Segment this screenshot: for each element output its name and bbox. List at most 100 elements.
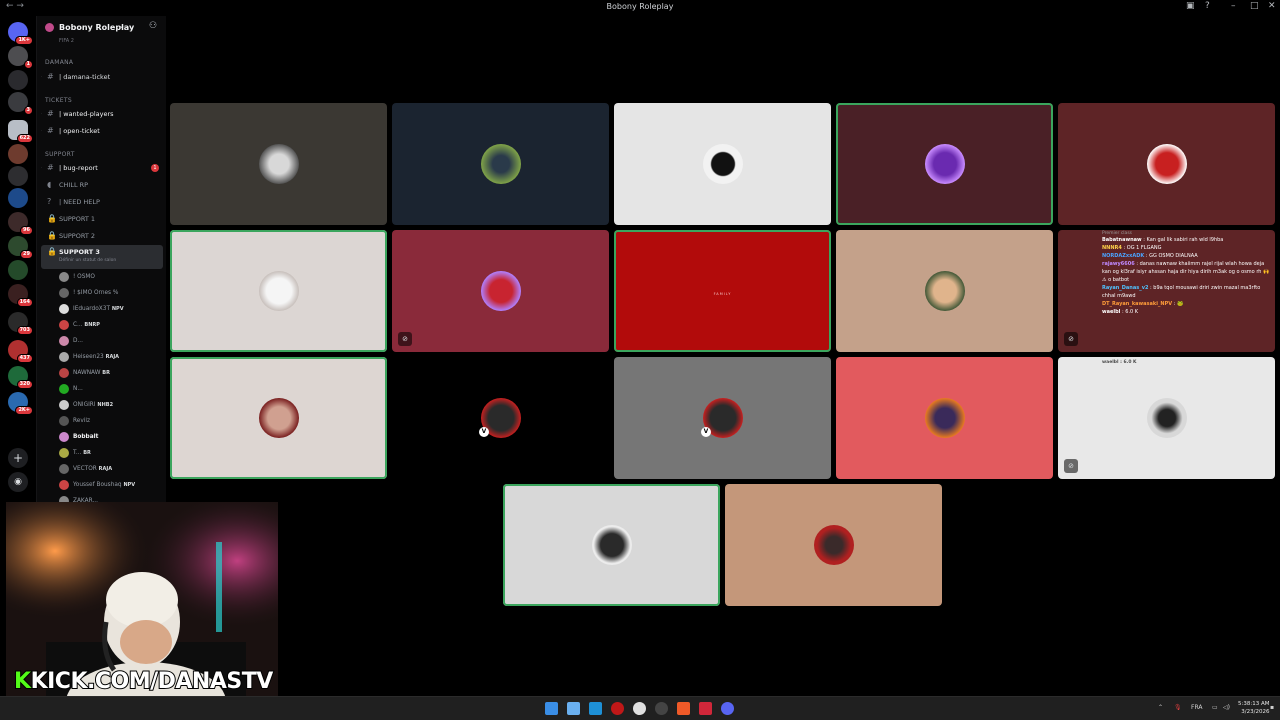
server-icon[interactable]: 29 bbox=[8, 236, 33, 259]
server-icon[interactable] bbox=[8, 144, 28, 164]
chat-overlay: Premier class Babatnawnaw : Kan gal lik … bbox=[1058, 230, 1275, 352]
voice-member[interactable]: Youssef Boushaq NPV bbox=[59, 478, 163, 493]
dm-home-icon[interactable]: 1K+ bbox=[8, 22, 33, 45]
add-server-icon[interactable]: + bbox=[8, 448, 28, 468]
participant-tile[interactable]: FAMILY bbox=[614, 230, 831, 352]
participant-tile[interactable] bbox=[170, 230, 387, 352]
minimize-icon[interactable]: – bbox=[1231, 1, 1236, 11]
participant-tile[interactable] bbox=[836, 103, 1053, 225]
avatar bbox=[59, 416, 69, 426]
maximize-icon[interactable]: □ bbox=[1250, 1, 1259, 11]
voice-channel-chill-rp[interactable]: ◖ CHILL RP bbox=[41, 178, 163, 192]
channel-wanted-players[interactable]: ▸#| wanted-players bbox=[41, 107, 163, 121]
explore-icon[interactable]: ◉ bbox=[8, 472, 28, 492]
chat-message: Rayan_Danas_v2 : b9a tqol mousawi driri … bbox=[1102, 284, 1271, 300]
participant-tile[interactable]: ⊘ bbox=[392, 230, 609, 352]
member-name: Revilz bbox=[73, 418, 91, 424]
participant-tile[interactable] bbox=[836, 357, 1053, 479]
server-icon[interactable]: 1 bbox=[8, 46, 33, 69]
server-icon[interactable]: 437 bbox=[8, 340, 33, 363]
language-indicator[interactable]: FRA bbox=[1191, 704, 1202, 711]
notification-icon[interactable]: ▪ bbox=[1270, 704, 1274, 711]
channel-status[interactable]: Définir un statut de salon bbox=[59, 257, 116, 265]
avatar bbox=[924, 271, 965, 311]
tray-chevron-icon[interactable]: ⌃ bbox=[1158, 704, 1163, 711]
server-icon[interactable]: 703 bbox=[8, 312, 33, 335]
voice-member[interactable]: C... BNRP bbox=[59, 318, 163, 333]
chat-lines: Babatnawnaw : Kan gal lik sabiri rah wld… bbox=[1102, 236, 1271, 316]
participant-tile[interactable] bbox=[725, 484, 942, 606]
file-explorer-icon[interactable] bbox=[567, 702, 580, 715]
server-icon[interactable]: 3 bbox=[8, 92, 33, 115]
screen: ← → Bobony Roleplay ▣ ? – □ ✕ 1K+ 1 3 62… bbox=[0, 0, 1280, 720]
server-icon[interactable] bbox=[8, 188, 28, 208]
invite-people-icon[interactable]: ⚇ bbox=[149, 21, 157, 31]
participant-tile[interactable] bbox=[170, 357, 387, 479]
voice-member[interactable]: IEduardoX3T NPV bbox=[59, 302, 163, 317]
server-icon[interactable]: 2K+ bbox=[8, 392, 33, 415]
category-support[interactable]: SUPPORT bbox=[41, 148, 163, 162]
participant-tile[interactable] bbox=[392, 103, 609, 225]
voice-channel-support-2[interactable]: 🔒 SUPPORT 2 bbox=[41, 229, 163, 243]
avatar bbox=[59, 384, 69, 394]
channel-open-ticket[interactable]: ▸#| open-ticket bbox=[41, 124, 163, 138]
voice-member[interactable]: D... bbox=[59, 334, 163, 349]
participant-tile[interactable]: waelbl : 6.0 K ⊘ bbox=[1058, 357, 1275, 479]
voice-member[interactable]: Bobbalt bbox=[59, 430, 163, 445]
participant-tile[interactable]: V bbox=[614, 357, 831, 479]
voice-member[interactable]: VECTOR RAJA bbox=[59, 462, 163, 477]
server-icon[interactable] bbox=[8, 260, 28, 280]
channel-bug-report[interactable]: ▸#| bug-report1 bbox=[41, 161, 163, 175]
server-icon[interactable] bbox=[8, 70, 28, 90]
avatar bbox=[480, 271, 521, 311]
discord-icon[interactable] bbox=[721, 702, 734, 715]
clock[interactable]: 5:38:13 AM 3/23/2026 bbox=[1238, 700, 1269, 716]
brave-icon[interactable] bbox=[677, 702, 690, 715]
participant-tile[interactable] bbox=[836, 230, 1053, 352]
member-name: Heiseen23 RAJA bbox=[73, 354, 120, 360]
participant-tile[interactable]: Premier class Babatnawnaw : Kan gal lik … bbox=[1058, 230, 1275, 352]
close-icon[interactable]: ✕ bbox=[1268, 1, 1276, 11]
category-damana[interactable]: DAMANA bbox=[41, 56, 163, 70]
server-icon[interactable] bbox=[8, 166, 28, 186]
voice-member[interactable]: Revilz bbox=[59, 414, 163, 429]
category-tickets[interactable]: TICKETS bbox=[41, 94, 163, 108]
voice-channel-support-3[interactable]: 🔒 SUPPORT 3 Définir un statut de salon bbox=[41, 245, 163, 269]
voice-member[interactable]: NAWNAW BR bbox=[59, 366, 163, 381]
chat-username: NNNR4 bbox=[1102, 245, 1122, 251]
server-icon[interactable]: 320 bbox=[8, 366, 33, 389]
voice-member[interactable]: ONIGIRI NHB2 bbox=[59, 398, 163, 413]
member-tag: NHB2 bbox=[97, 402, 114, 408]
participant-tile[interactable] bbox=[1058, 103, 1275, 225]
steam-icon[interactable] bbox=[655, 702, 668, 715]
server-icon[interactable]: 164 bbox=[8, 284, 33, 307]
channel-damana-ticket[interactable]: ▸#| damana-ticket bbox=[41, 70, 163, 84]
channel-need-help[interactable]: ? | NEED HELP bbox=[41, 195, 163, 209]
avatar bbox=[59, 288, 69, 298]
voice-member[interactable]: T... BR bbox=[59, 446, 163, 461]
voice-member[interactable]: ! OSMO bbox=[59, 270, 163, 285]
chat-message: Babatnawnaw : Kan gal lik sabiri rah wld… bbox=[1102, 236, 1271, 244]
voice-member[interactable]: N... bbox=[59, 382, 163, 397]
start-icon[interactable] bbox=[545, 702, 558, 715]
server-icon-active[interactable]: 622 bbox=[8, 120, 33, 143]
obs-icon[interactable] bbox=[633, 702, 646, 715]
voice-member[interactable]: Heiseen23 RAJA bbox=[59, 350, 163, 365]
store-icon[interactable] bbox=[589, 702, 602, 715]
participant-tile[interactable] bbox=[170, 103, 387, 225]
mic-icon[interactable]: 🎙 bbox=[1174, 704, 1182, 711]
participant-tile[interactable] bbox=[614, 103, 831, 225]
voice-member[interactable]: ! $IMO Ornes % bbox=[59, 286, 163, 301]
hash-icon: # bbox=[47, 126, 54, 135]
voice-channel-support-1[interactable]: 🔒 SUPPORT 1 bbox=[41, 212, 163, 226]
channel-partial[interactable]: FIFA 2 bbox=[41, 34, 163, 48]
help-icon[interactable]: ? bbox=[1205, 1, 1210, 11]
inbox-icon[interactable]: ▣ bbox=[1186, 1, 1195, 11]
server-icon[interactable]: 96 bbox=[8, 212, 33, 235]
adobe-icon[interactable] bbox=[699, 702, 712, 715]
volume-icon[interactable]: ◁) bbox=[1223, 704, 1230, 711]
participant-tile[interactable] bbox=[503, 484, 720, 606]
app-icon[interactable] bbox=[611, 702, 624, 715]
participant-tile[interactable]: V bbox=[392, 357, 609, 479]
network-icon[interactable]: ▭ bbox=[1212, 704, 1218, 711]
